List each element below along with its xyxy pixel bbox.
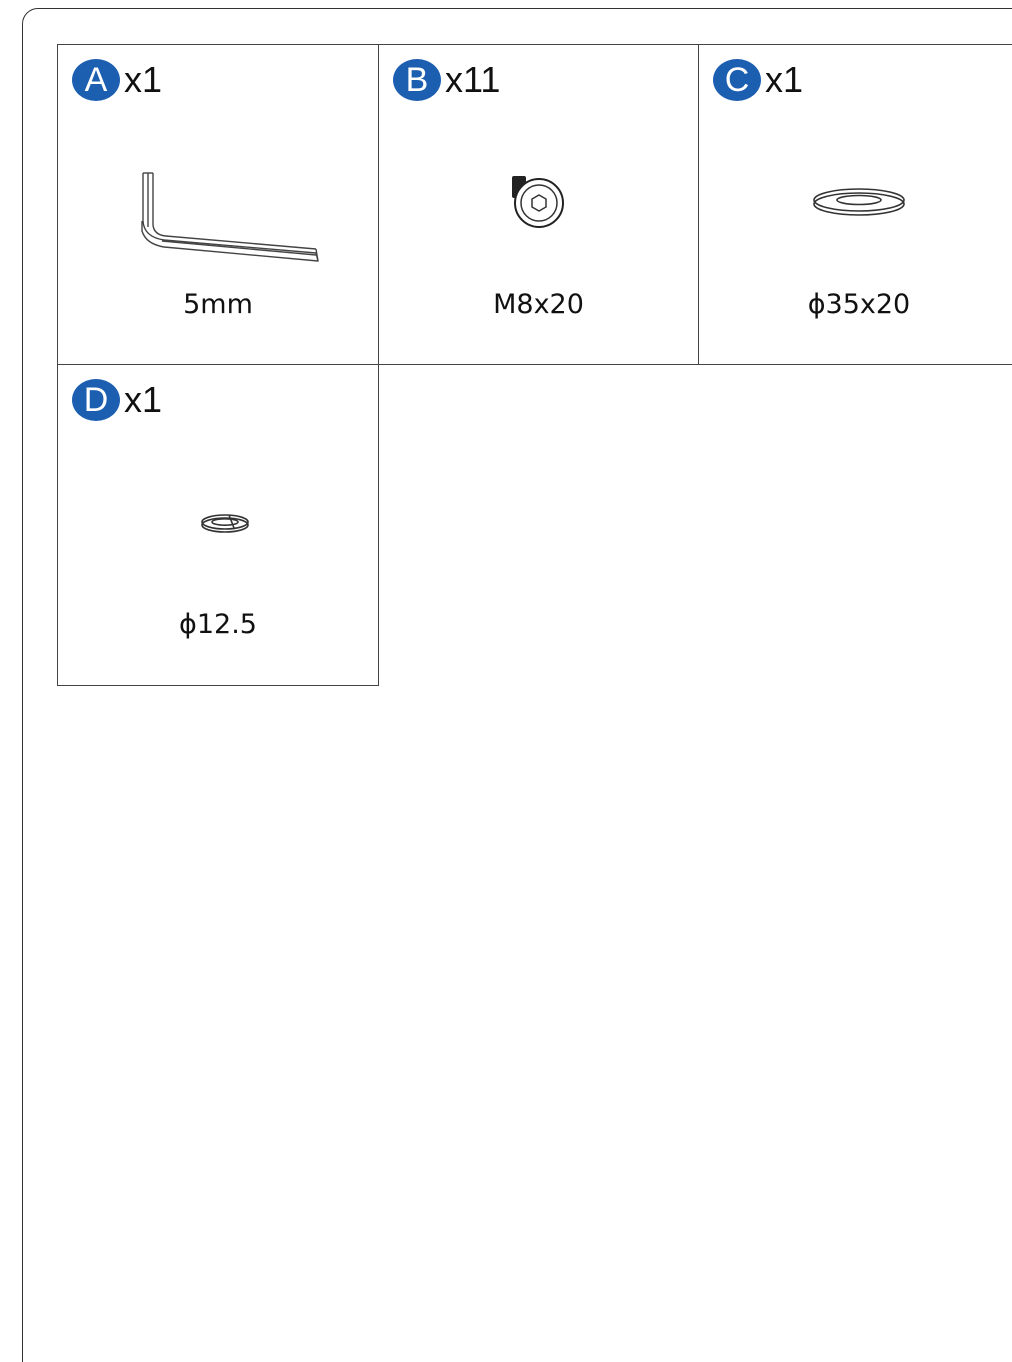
part-spec: ϕ12.5	[179, 609, 257, 640]
part-spec: 5mm	[183, 289, 253, 320]
flat-washer-icon	[813, 188, 905, 216]
part-cell-b: B x11 M8x20	[378, 44, 699, 365]
part-cell-a: A x1 5mm	[57, 44, 379, 365]
spring-washer-icon	[201, 514, 249, 533]
hex-key-icon	[141, 172, 319, 262]
part-spec: M8x20	[493, 289, 584, 320]
part-cell-d: D x1 ϕ12.5	[57, 364, 379, 686]
part-spec: ϕ35x20	[807, 289, 911, 320]
hex-bolt-icon	[512, 176, 564, 228]
part-cell-c: C x1 ϕ35x20	[698, 44, 1012, 365]
